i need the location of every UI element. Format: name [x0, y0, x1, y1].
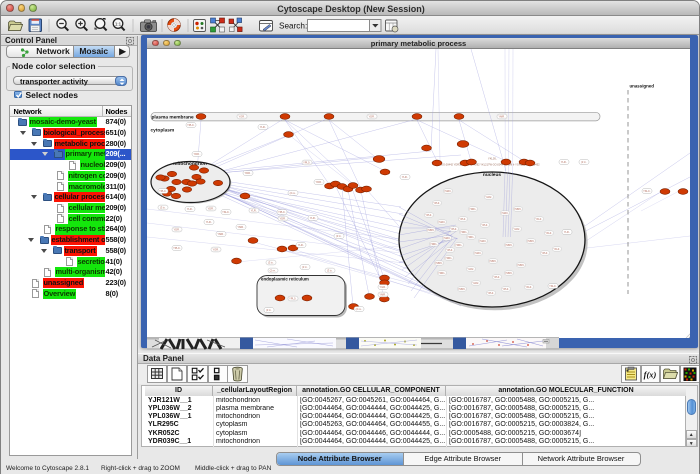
svg-text:YGR..: YGR.. — [379, 285, 386, 289]
svg-text:(3 tr..: (3 tr.. — [268, 261, 274, 265]
svg-text:(3 tr..: (3 tr.. — [266, 308, 272, 312]
svg-text:YDR1..: YDR1.. — [469, 208, 477, 211]
svg-text:YMR3..: YMR3.. — [489, 260, 497, 263]
svg-text:YPL0..: YPL0.. — [446, 249, 454, 252]
svg-text:(3 tr..: (3 tr.. — [336, 234, 342, 238]
svg-text:YGR0..: YGR0.. — [444, 190, 452, 193]
svg-text:YMR3..: YMR3.. — [527, 240, 535, 243]
svg-text:YDR..: YDR.. — [369, 115, 376, 119]
svg-text:YPL0..: YPL0.. — [159, 189, 167, 193]
svg-text:YGR0..: YGR0.. — [438, 221, 446, 224]
svg-text:YGR0..: YGR0.. — [501, 212, 509, 215]
svg-text:YMR3..: YMR3.. — [458, 288, 466, 291]
svg-text:YPL0..: YPL0.. — [425, 214, 433, 217]
svg-text:YDR..: YDR.. — [208, 207, 215, 211]
svg-text:YMR3..: YMR3.. — [505, 272, 513, 275]
svg-text:YLR..: YLR.. — [187, 207, 194, 211]
svg-text:YMR..: YMR.. — [237, 225, 244, 229]
svg-text:cytoplasm: cytoplasm — [151, 128, 175, 134]
svg-text:YPL0..: YPL0.. — [289, 297, 297, 301]
svg-text:YMR3..: YMR3.. — [427, 229, 435, 232]
svg-text:YDR1..: YDR1.. — [445, 257, 453, 260]
svg-text:YMR..: YMR.. — [379, 293, 386, 297]
svg-text:(2 re..: (2 re.. — [356, 307, 363, 311]
svg-text:YKL0..: YKL0.. — [525, 286, 533, 289]
svg-text:YLR..: YLR.. — [298, 243, 305, 247]
svg-text:YKL0..: YKL0.. — [549, 284, 557, 288]
svg-text:YPL0..: YPL0.. — [541, 252, 549, 255]
svg-text:YLR..: YLR.. — [260, 125, 267, 129]
svg-text:YKL05..: YKL05.. — [488, 157, 498, 161]
svg-text:YKL0..: YKL0.. — [545, 232, 553, 235]
svg-text:(3 tr..: (3 tr.. — [327, 269, 333, 273]
svg-text:YLR..: YLR.. — [251, 209, 258, 213]
svg-text:YLR2..: YLR2.. — [472, 282, 480, 285]
svg-text:(2 re..: (2 re.. — [290, 191, 297, 195]
svg-text:YPL0..: YPL0.. — [173, 246, 181, 250]
svg-text:YLR2..: YLR2.. — [513, 228, 521, 231]
svg-text:f(x): f(x) — [644, 370, 657, 380]
svg-text:unassigned: unassigned — [630, 84, 655, 89]
svg-text:(3 tr..: (3 tr.. — [160, 206, 166, 210]
svg-text:YDR1..: YDR1.. — [430, 243, 438, 246]
svg-text:(3 tr..: (3 tr.. — [302, 265, 308, 269]
svg-text:YLR..: YLR.. — [206, 220, 213, 224]
svg-text:YMR3..: YMR3.. — [505, 244, 513, 247]
svg-text:YPL0..: YPL0.. — [502, 288, 510, 291]
svg-text:YPL0..: YPL0.. — [278, 210, 286, 214]
svg-text:endoplasmic reticulum: endoplasmic reticulum — [261, 276, 309, 281]
svg-text:YDR1..: YDR1.. — [438, 272, 446, 275]
svg-text:YDR1..: YDR1.. — [455, 244, 463, 247]
svg-text:YDR1..: YDR1.. — [460, 231, 468, 234]
svg-text:YPL0..: YPL0.. — [493, 276, 501, 279]
svg-text:YKL0..: YKL0.. — [222, 210, 230, 214]
svg-text:YLR..: YLR.. — [561, 160, 568, 164]
svg-text:YMR3..: YMR3.. — [517, 264, 525, 267]
svg-text:1:1: 1:1 — [115, 21, 122, 26]
svg-text:YGR0..: YGR0.. — [474, 252, 482, 255]
svg-text:Search:: Search: — [279, 21, 307, 30]
svg-text:YGR..: YGR.. — [212, 248, 219, 252]
svg-text:YLR..: YLR.. — [402, 175, 409, 179]
svg-text:YGR0..: YGR0.. — [443, 237, 451, 240]
svg-text:YPL0..: YPL0.. — [187, 123, 195, 127]
svg-text:YPL0..: YPL0.. — [450, 228, 458, 231]
svg-text:YDR1..: YDR1.. — [467, 236, 475, 239]
svg-text:YPL0..: YPL0.. — [481, 224, 489, 227]
svg-text:YKL0..: YKL0.. — [535, 218, 543, 221]
svg-text:(3 tr..: (3 tr.. — [581, 160, 587, 164]
svg-text:YLR2..: YLR2.. — [467, 268, 475, 271]
svg-text:YPL0..: YPL0.. — [303, 161, 311, 165]
svg-text:YMR..: YMR.. — [498, 115, 505, 119]
svg-text:YPL0..: YPL0.. — [433, 202, 441, 205]
svg-text:YDR..: YDR.. — [174, 228, 181, 232]
svg-text:YMR3..: YMR3.. — [514, 208, 522, 211]
svg-text:YKL0..: YKL0.. — [553, 248, 561, 251]
svg-text:plasma membrane: plasma membrane — [152, 115, 194, 121]
svg-text:YKL0..: YKL0.. — [643, 189, 651, 193]
svg-text:YLR..: YLR.. — [310, 216, 317, 220]
svg-text:YDR..: YDR.. — [194, 152, 201, 156]
svg-text:YPL0..: YPL0.. — [487, 292, 495, 295]
svg-text:YGR0..: YGR0.. — [479, 240, 487, 243]
svg-text:YLR..: YLR.. — [564, 230, 571, 234]
svg-text:YDR..: YDR.. — [280, 217, 287, 221]
svg-text:YPL0..: YPL0.. — [459, 218, 467, 221]
svg-text:YMR3..: YMR3.. — [435, 262, 443, 265]
svg-text:YDR..: YDR.. — [245, 171, 252, 175]
svg-text:nucleus: nucleus — [483, 172, 501, 178]
svg-text:YGR..: YGR.. — [238, 115, 245, 119]
svg-text:(2 re..: (2 re.. — [270, 269, 277, 273]
svg-text:YMR..: YMR.. — [217, 232, 224, 236]
svg-text:YDR..: YDR.. — [316, 180, 323, 184]
svg-text:YLR2..: YLR2.. — [485, 196, 493, 199]
